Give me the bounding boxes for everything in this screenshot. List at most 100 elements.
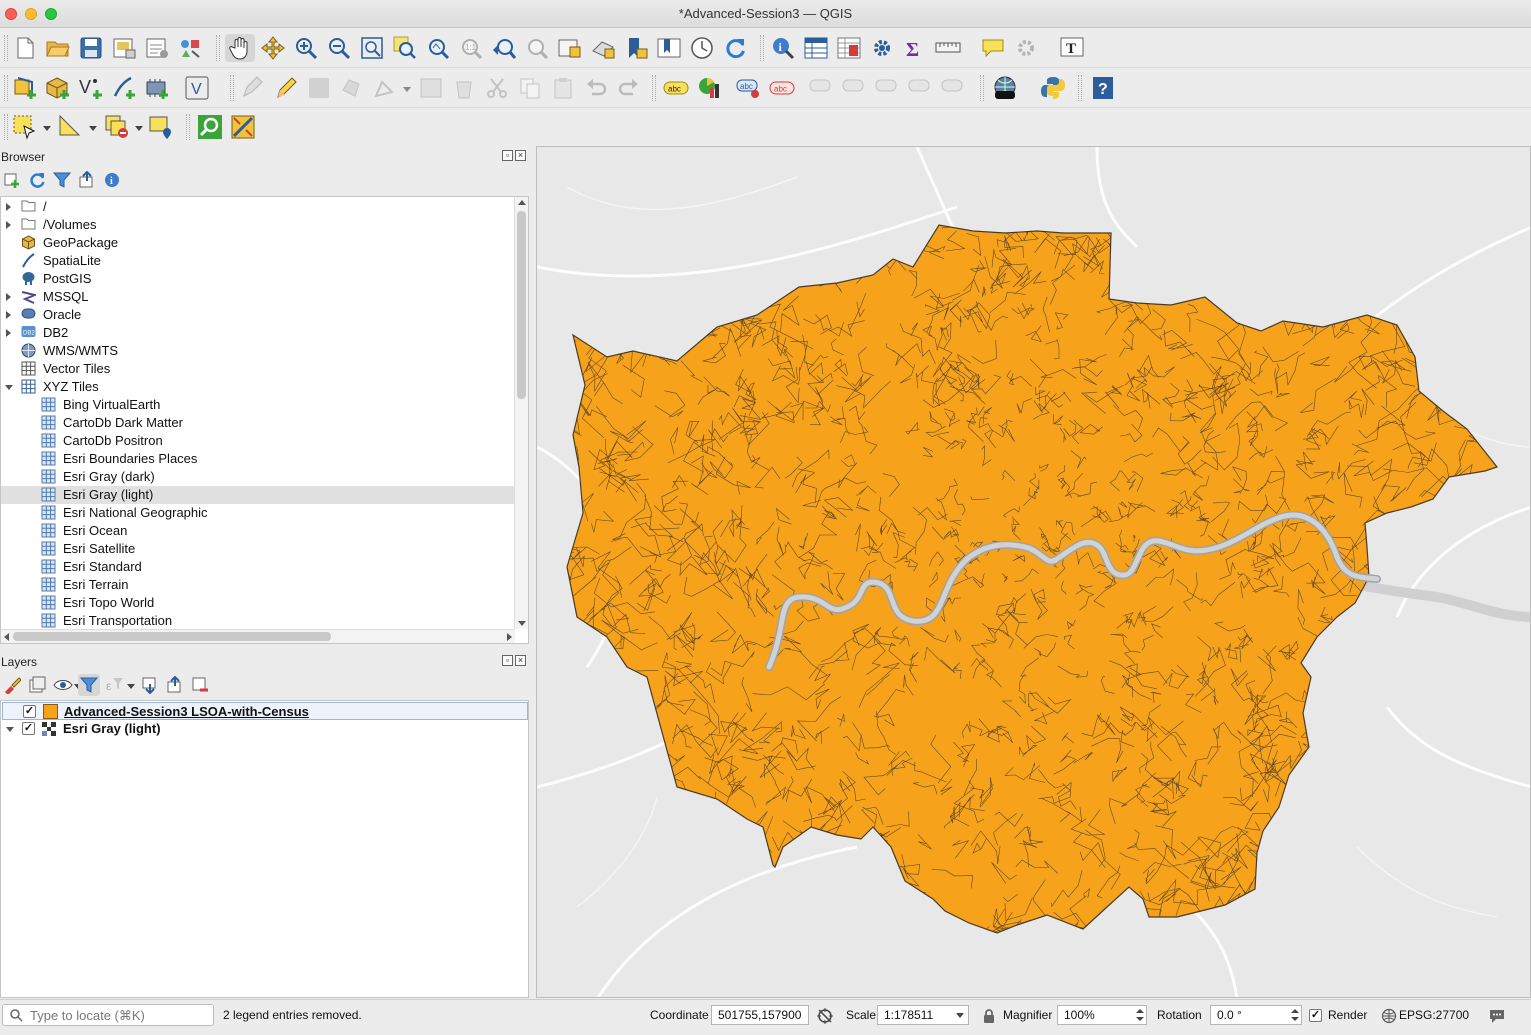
save-project-icon[interactable] bbox=[78, 35, 104, 61]
layer-diagram-icon[interactable] bbox=[697, 75, 723, 101]
style-manager-icon[interactable] bbox=[177, 35, 203, 61]
select-by-value-dropdown-icon[interactable] bbox=[89, 126, 97, 131]
filter-legend-icon[interactable] bbox=[78, 674, 100, 696]
new-temporary-layer-icon[interactable] bbox=[144, 75, 170, 101]
browser-close-button[interactable]: × bbox=[515, 150, 526, 161]
expand-arrow-icon[interactable] bbox=[6, 203, 11, 211]
browser-item[interactable]: DB2 DB2 bbox=[1, 324, 515, 342]
browser-item[interactable]: MSSQL bbox=[1, 288, 515, 306]
redo-icon[interactable] bbox=[616, 75, 642, 101]
identify-icon[interactable]: i bbox=[770, 35, 796, 61]
magnifier-spinbox[interactable]: 100% bbox=[1057, 1005, 1147, 1025]
browser-item[interactable]: Esri National Geographic bbox=[1, 504, 515, 522]
layer-visibility-checkbox[interactable]: ✓ bbox=[22, 722, 35, 735]
layer-row-esri-gray[interactable]: ✓ Esri Gray (light) bbox=[2, 720, 528, 738]
undo-icon[interactable] bbox=[583, 75, 609, 101]
browser-item[interactable]: GeoPackage bbox=[1, 234, 515, 252]
crs-globe-icon[interactable] bbox=[1381, 1008, 1397, 1024]
new-map-view-icon[interactable] bbox=[557, 35, 583, 61]
scale-dropdown-icon[interactable] bbox=[956, 1013, 964, 1018]
statistics-icon[interactable]: Σ bbox=[902, 35, 928, 61]
toolbar-grip[interactable] bbox=[980, 75, 984, 101]
pin-labels-icon[interactable]: abc bbox=[769, 75, 795, 101]
map-tips-icon[interactable] bbox=[980, 35, 1006, 61]
coordinate-field[interactable]: 501755,157900 bbox=[711, 1005, 809, 1025]
toolbar-grip[interactable] bbox=[760, 35, 764, 61]
rotation-spinbox[interactable]: 0.0 ° bbox=[1210, 1005, 1302, 1025]
browser-item[interactable]: SpatiaLite bbox=[1, 252, 515, 270]
browser-horizontal-scrollbar[interactable] bbox=[1, 629, 515, 643]
toolbar-grip[interactable] bbox=[216, 35, 220, 61]
locator-icon[interactable] bbox=[197, 114, 223, 140]
manage-visibility-icon[interactable] bbox=[52, 675, 74, 695]
new-project-icon[interactable] bbox=[12, 35, 38, 61]
zoom-out-icon[interactable] bbox=[326, 35, 352, 61]
open-project-icon[interactable] bbox=[45, 35, 71, 61]
new-shapefile-icon[interactable]: V bbox=[78, 75, 104, 101]
expand-arrow-icon[interactable] bbox=[6, 329, 11, 337]
toolbar-grip[interactable] bbox=[186, 114, 190, 140]
new-spatialite-icon[interactable] bbox=[111, 75, 137, 101]
help-icon[interactable]: ? bbox=[1090, 75, 1116, 101]
plugin-globe-icon[interactable] bbox=[991, 75, 1017, 101]
annotation-icon[interactable] bbox=[1013, 35, 1039, 61]
browser-item[interactable]: XYZ Tiles bbox=[1, 378, 515, 396]
vertex-tool-icon[interactable] bbox=[372, 75, 398, 101]
new-3d-map-view-icon[interactable] bbox=[590, 35, 616, 61]
new-virtual-layer-icon[interactable]: V bbox=[185, 75, 211, 101]
filter-expression-dropdown-icon[interactable] bbox=[127, 684, 135, 689]
toolbar-grip[interactable] bbox=[1078, 75, 1082, 101]
collapse-arrow-icon[interactable] bbox=[5, 385, 13, 390]
lock-scale-icon[interactable] bbox=[982, 1008, 996, 1024]
remove-layer-icon[interactable] bbox=[190, 675, 210, 695]
data-source-manager-icon[interactable] bbox=[12, 75, 38, 101]
map-canvas[interactable] bbox=[536, 146, 1531, 998]
cut-features-icon[interactable] bbox=[484, 75, 510, 101]
scale-combobox[interactable]: 1:178511 bbox=[877, 1005, 969, 1025]
toggle-editing-icon[interactable] bbox=[273, 75, 299, 101]
render-checkbox[interactable]: ✓ bbox=[1309, 1009, 1322, 1022]
filter-by-expression-icon[interactable]: ε bbox=[104, 675, 126, 695]
browser-item[interactable]: Esri Terrain bbox=[1, 576, 515, 594]
zoom-in-icon[interactable] bbox=[293, 35, 319, 61]
plugin-icon[interactable] bbox=[230, 114, 256, 140]
field-calculator-icon[interactable] bbox=[836, 35, 862, 61]
vertex-tool-dropdown-icon[interactable] bbox=[403, 87, 411, 92]
rotate-label-icon[interactable] bbox=[875, 75, 901, 101]
extents-toggle-icon[interactable] bbox=[816, 1007, 834, 1025]
show-bookmarks-icon[interactable] bbox=[656, 35, 682, 61]
layer-row-lsoa[interactable]: ✓ Advanced-Session3 LSOA-with-Census bbox=[2, 702, 528, 720]
deselect-icon[interactable] bbox=[104, 114, 130, 140]
browser-item[interactable]: Esri Ocean bbox=[1, 522, 515, 540]
highlight-pinned-labels-icon[interactable]: abc bbox=[736, 75, 762, 101]
browser-item[interactable]: Esri Standard bbox=[1, 558, 515, 576]
add-selected-layers-icon[interactable] bbox=[2, 170, 22, 190]
copy-features-icon[interactable] bbox=[517, 75, 543, 101]
collapse-all-icon[interactable] bbox=[77, 170, 97, 190]
browser-item[interactable]: Oracle bbox=[1, 306, 515, 324]
zoom-to-layer-icon[interactable] bbox=[425, 35, 451, 61]
bookmark-icon[interactable] bbox=[623, 35, 649, 61]
select-features-icon[interactable] bbox=[12, 114, 38, 140]
deselect-dropdown-icon[interactable] bbox=[135, 126, 143, 131]
browser-item[interactable]: Esri Transportation bbox=[1, 612, 515, 630]
browser-item[interactable]: /Volumes bbox=[1, 216, 515, 234]
pan-to-selection-icon[interactable] bbox=[260, 35, 286, 61]
expand-arrow-icon[interactable] bbox=[6, 221, 11, 229]
browser-scroll-thumb[interactable] bbox=[517, 211, 526, 399]
locator-search-field[interactable]: Type to locate (⌘K) bbox=[2, 1004, 214, 1026]
pan-icon[interactable] bbox=[225, 34, 255, 62]
browser-item[interactable]: Bing VirtualEarth bbox=[1, 396, 515, 414]
browser-item[interactable]: / bbox=[1, 198, 515, 216]
toolbar-grip[interactable] bbox=[4, 75, 8, 101]
browser-item[interactable]: Esri Gray (dark) bbox=[1, 468, 515, 486]
browser-item[interactable]: Esri Gray (light) bbox=[1, 486, 515, 504]
zoom-full-icon[interactable] bbox=[359, 35, 385, 61]
browser-item[interactable]: CartoDb Positron bbox=[1, 432, 515, 450]
change-label-icon[interactable] bbox=[908, 75, 934, 101]
modify-attributes-icon[interactable] bbox=[418, 75, 444, 101]
expand-arrow-icon[interactable] bbox=[6, 293, 11, 301]
print-layout-icon[interactable] bbox=[111, 35, 137, 61]
browser-hscroll-thumb[interactable] bbox=[13, 632, 331, 641]
select-by-value-icon[interactable] bbox=[58, 114, 84, 140]
